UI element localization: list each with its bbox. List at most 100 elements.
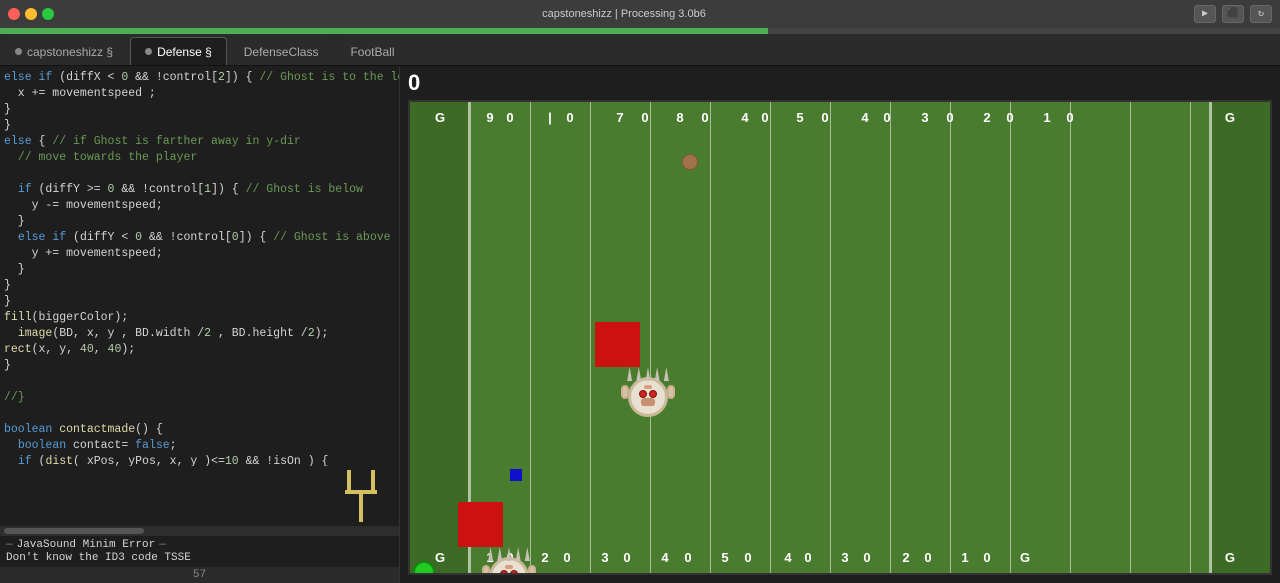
yard-label-top: | [548, 110, 552, 125]
yard-line [1190, 102, 1191, 573]
toolbar-btn-2[interactable]: ⬛ [1222, 5, 1244, 23]
yard-label-bottom: 3 [841, 550, 848, 565]
code-editor: else if (diffX < 0 && !control[2]) { // … [0, 66, 400, 583]
yard-label-top: 7 [616, 110, 623, 125]
yard-label-top: 0 [506, 110, 513, 125]
editor-scrollbar[interactable] [0, 526, 399, 536]
yard-label-top: 3 [921, 110, 928, 125]
code-line: } [0, 278, 399, 294]
yard-line [1010, 102, 1011, 573]
yard-label-top: 0 [1066, 110, 1073, 125]
game-canvas: 0 G 9 0 | 0 7 [400, 66, 1280, 583]
code-line: rect(x, y, 40, 40); [0, 342, 399, 358]
yard-label-top: 0 [641, 110, 648, 125]
yard-line [1070, 102, 1071, 573]
code-line: x += movementspeed ; [0, 86, 399, 102]
character-2 [486, 547, 534, 575]
yard-label-top: 0 [566, 110, 573, 125]
title-bar: capstoneshizz | Processing 3.0b6 ▶ ⬛ ↻ [0, 0, 1280, 28]
toolbar-btn-1[interactable]: ▶ [1194, 5, 1216, 23]
yard-label-bottom: 2 [541, 550, 548, 565]
status-error-area: — JavaSound Minim Error — Don't know the… [0, 536, 399, 567]
code-line [0, 406, 399, 422]
yard-label-top: 0 [883, 110, 890, 125]
tab-football[interactable]: FootBall [335, 37, 409, 65]
close-button[interactable] [8, 8, 20, 20]
code-line: } [0, 358, 399, 374]
end-zone-right [1210, 102, 1270, 573]
yard-label-bottom: 4 [661, 550, 668, 565]
yard-label-bottom: G [435, 550, 445, 565]
yard-line [530, 102, 531, 573]
yard-label-top: 5 [796, 110, 803, 125]
yard-label-top: 2 [983, 110, 990, 125]
yard-line [770, 102, 771, 573]
toolbar-btn-3[interactable]: ↻ [1250, 5, 1272, 23]
code-line: // move towards the player [0, 150, 399, 166]
football-field: G 9 0 | 0 7 0 8 0 4 0 5 0 4 0 3 0 2 0 1 … [408, 100, 1272, 575]
yard-label-top: 0 [1006, 110, 1013, 125]
yard-label-top: G [1225, 110, 1235, 125]
tab-dot [145, 48, 152, 55]
yard-label-top: 9 [486, 110, 493, 125]
yard-label-top: 0 [821, 110, 828, 125]
code-area[interactable]: else if (diffX < 0 && !control[2]) { // … [0, 66, 399, 466]
yard-line [830, 102, 831, 573]
tab-defense[interactable]: Defense § [130, 37, 227, 65]
yard-label-top: G [435, 110, 445, 125]
yard-label-bottom: 2 [902, 550, 909, 565]
main-content: else if (diffX < 0 && !control[2]) { // … [0, 66, 1280, 583]
yard-line [890, 102, 891, 573]
yard-label-bottom: G [1225, 550, 1235, 565]
goal-post-icon [343, 470, 379, 522]
yard-label-top: 8 [676, 110, 683, 125]
code-line: else if (diffX < 0 && !control[2]) { // … [0, 70, 399, 86]
yard-label-bottom: 1 [961, 550, 968, 565]
tab-capstoneshizz[interactable]: capstoneshizz § [0, 37, 128, 65]
yard-label-bottom: 0 [804, 550, 811, 565]
character-1 [625, 367, 673, 419]
code-line: } [0, 214, 399, 230]
yard-label-bottom: 5 [721, 550, 728, 565]
yard-label-bottom: 0 [623, 550, 630, 565]
yard-label-top: 4 [741, 110, 748, 125]
goal-post-icon-area [0, 466, 399, 526]
minimize-button[interactable] [25, 8, 37, 20]
line-number-display: 57 [0, 567, 399, 583]
tab-defenseclass[interactable]: DefenseClass [229, 37, 334, 65]
code-line: } [0, 102, 399, 118]
yard-line [710, 102, 711, 573]
yard-label-bottom: G [1020, 550, 1030, 565]
code-line: //} [0, 390, 399, 406]
code-line: if (dist( xPos, yPos, x, y )<=10 && !isO… [0, 454, 399, 466]
code-line: } [0, 262, 399, 278]
code-line [0, 374, 399, 390]
yard-label-bottom: 0 [744, 550, 751, 565]
yard-line [650, 102, 651, 573]
code-line: else if (diffY < 0 && !control[0]) { // … [0, 230, 399, 246]
blue-box [510, 469, 522, 481]
code-line: y += movementspeed; [0, 246, 399, 262]
code-line: boolean contactmade() { [0, 422, 399, 438]
error-line-2: Don't know the ID3 code TSSE [6, 552, 393, 564]
yard-line [1209, 102, 1210, 573]
yard-label-bottom: 0 [563, 550, 570, 565]
yard-line [950, 102, 951, 573]
yard-label-bottom: 0 [863, 550, 870, 565]
yard-label-top: 1 [1043, 110, 1050, 125]
game-header: 0 [400, 66, 1280, 100]
maximize-button[interactable] [42, 8, 54, 20]
code-line: } [0, 118, 399, 134]
yard-label-bottom: 0 [684, 550, 691, 565]
code-line [0, 166, 399, 182]
window-controls [8, 8, 54, 20]
score-display: 0 [408, 70, 420, 96]
scrollbar-thumb[interactable] [4, 528, 144, 534]
yard-line [590, 102, 591, 573]
code-line: y -= movementspeed; [0, 198, 399, 214]
code-line: boolean contact= false; [0, 438, 399, 454]
yard-label-bottom: 4 [784, 550, 791, 565]
code-line: fill(biggerColor); [0, 310, 399, 326]
code-line: image(BD, x, y , BD.width /2 , BD.height… [0, 326, 399, 342]
yard-label-top: 0 [946, 110, 953, 125]
